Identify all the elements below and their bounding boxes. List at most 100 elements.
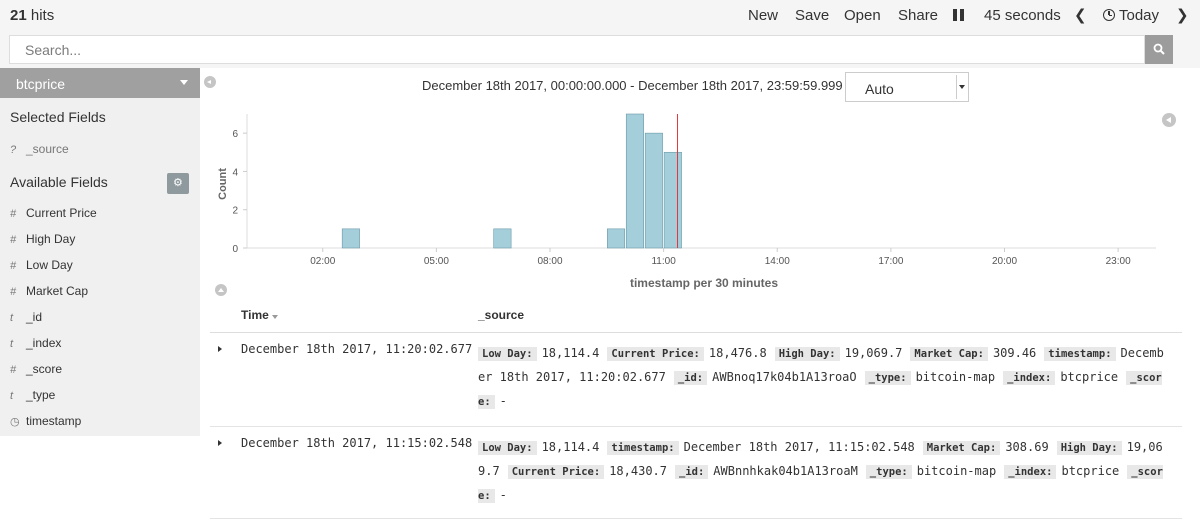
field-item-source[interactable]: ? _source (10, 142, 69, 160)
source-field-key: _id: (675, 465, 709, 479)
column-header-time[interactable]: Time (241, 308, 269, 322)
source-field-value: 308.69 (1005, 440, 1049, 454)
field-sidebar: btcprice Selected Fields ? _source Availa… (0, 68, 200, 436)
source-field-value: 19,069.7 (844, 346, 903, 360)
source-field-value: 309.46 (992, 346, 1037, 360)
row-timestamp: December 18th 2017, 11:15:02.548 (241, 436, 473, 450)
source-field-key: Current Price: (607, 347, 704, 361)
field-type-icon: t (10, 338, 14, 350)
row-source: Low Day: 18,114.4 timestamp: December 18th … (478, 436, 1168, 508)
expand-row-icon[interactable] (218, 346, 222, 352)
histogram-bar[interactable] (625, 113, 644, 249)
x-tick-label: 08:00 (537, 256, 562, 267)
field-item[interactable]: t _id (10, 310, 42, 328)
y-tick-label: 4 (232, 167, 238, 178)
histogram-chart: Count timestamp per 30 minutes 0 2 4 6 02:00… (217, 113, 1156, 290)
field-name: _id (26, 310, 43, 324)
sort-desc-icon[interactable] (272, 315, 278, 319)
source-field-key: High Day: (774, 347, 840, 361)
field-item[interactable]: t _index (10, 336, 61, 354)
y-tick-label: 2 (232, 206, 238, 217)
source-field-value: - (499, 394, 507, 408)
source-field-value: btcprice (1060, 370, 1119, 384)
pause-icon[interactable] (953, 9, 965, 21)
x-tick-label: 05:00 (424, 256, 449, 267)
source-field-value: December 18th 2017, 11:15:02.548 (683, 440, 915, 454)
field-settings-button[interactable]: ⚙ (167, 173, 189, 194)
search-bar (0, 31, 1200, 68)
field-name: Current Price (26, 206, 97, 220)
source-field-value: AWBnnhkak04b1A13roaM (713, 464, 858, 478)
share-button[interactable]: Share (898, 7, 938, 24)
new-search-button[interactable]: New (748, 7, 778, 24)
field-type-icon: # (10, 260, 17, 272)
source-field-key: timestamp: (1044, 347, 1116, 361)
field-name: High Day (26, 232, 76, 246)
x-tick-label: 02:00 (310, 256, 335, 267)
expand-row-icon[interactable] (218, 440, 222, 446)
histogram-bar[interactable] (493, 228, 512, 249)
gear-icon: ⚙ (173, 177, 183, 189)
field-name: timestamp (26, 414, 82, 428)
histogram-bar[interactable] (663, 151, 682, 249)
field-type-icon: # (10, 286, 17, 298)
field-item[interactable]: # Current Price (10, 206, 97, 224)
interval-select[interactable]: Auto (845, 72, 969, 102)
source-field-value: bitcoin-map (916, 464, 997, 478)
field-type-icon: # (10, 208, 17, 220)
field-type-icon: t (10, 390, 14, 402)
timepicker-button[interactable]: Today (1119, 7, 1159, 24)
index-pattern-label: btcprice (16, 76, 66, 92)
refresh-interval-button[interactable]: 45 seconds (984, 7, 1061, 24)
search-input[interactable] (9, 35, 1145, 64)
clock-icon (1103, 9, 1115, 21)
histogram-bar[interactable] (607, 228, 626, 249)
field-type-icon: ? (10, 144, 17, 156)
field-item[interactable]: t _type (10, 388, 55, 406)
source-field-key: Low Day: (478, 347, 537, 361)
collapse-sidebar-icon[interactable] (204, 76, 216, 88)
chevron-right-icon[interactable]: ❯ (1176, 6, 1189, 24)
source-field-key: Market Cap: (922, 441, 1001, 455)
chevron-left-icon[interactable]: ❮ (1074, 6, 1087, 24)
field-item[interactable]: # High Day (10, 232, 75, 250)
field-item[interactable]: # Low Day (10, 258, 73, 276)
table-row: December 18th 2017, 11:15:02.548 Low Day:… (210, 427, 1182, 519)
x-tick-label: 11:00 (651, 256, 676, 267)
top-navbar: 21 hits New Save Open Share 45 seconds ❮… (0, 0, 1200, 31)
field-name: _score (26, 362, 63, 376)
x-tick-label: 20:00 (992, 256, 1017, 267)
y-tick-label: 6 (232, 129, 238, 140)
source-field-key: Market Cap: (910, 347, 988, 361)
field-name: Low Day (26, 258, 73, 272)
x-axis-label: timestamp per 30 minutes (630, 276, 778, 290)
source-field-key: Low Day: (478, 441, 537, 455)
open-search-button[interactable]: Open (844, 7, 881, 24)
interval-value: Auto (865, 81, 894, 97)
row-source: Low Day: 18,114.4 Current Price: 18,476.8 Hi… (478, 342, 1168, 414)
collapse-chart-icon[interactable] (215, 284, 227, 296)
source-field-key: Current Price: (507, 465, 605, 479)
histogram-bar[interactable] (341, 228, 360, 249)
table-row: December 18th 2017, 11:20:02.677 Low Day:… (210, 333, 1182, 427)
y-tick-label: 0 (232, 244, 238, 255)
selected-fields-heading: Selected Fields (10, 109, 106, 125)
x-tick-label: 17:00 (878, 256, 903, 267)
field-item[interactable]: # Market Cap (10, 284, 88, 302)
field-type-icon: t (10, 312, 14, 324)
caret-down-icon (956, 75, 966, 99)
search-button[interactable] (1145, 35, 1173, 64)
clock-icon: ◷ (10, 416, 20, 428)
source-field-value: 18,430.7 (609, 464, 667, 478)
source-field-value: 18,114.4 (541, 346, 600, 360)
field-item[interactable]: ◷ timestamp (10, 414, 81, 432)
histogram-bar[interactable] (644, 132, 663, 249)
source-field-value: bitcoin-map (915, 370, 996, 384)
source-field-key: _index: (1004, 465, 1057, 479)
field-name: _type (26, 388, 56, 402)
index-pattern-select[interactable]: btcprice (0, 68, 200, 98)
save-search-button[interactable]: Save (795, 7, 829, 24)
search-icon (1153, 43, 1165, 55)
field-item[interactable]: # _score (10, 362, 62, 380)
source-field-value: AWBnoq17k04b1A13roaO (712, 370, 857, 384)
